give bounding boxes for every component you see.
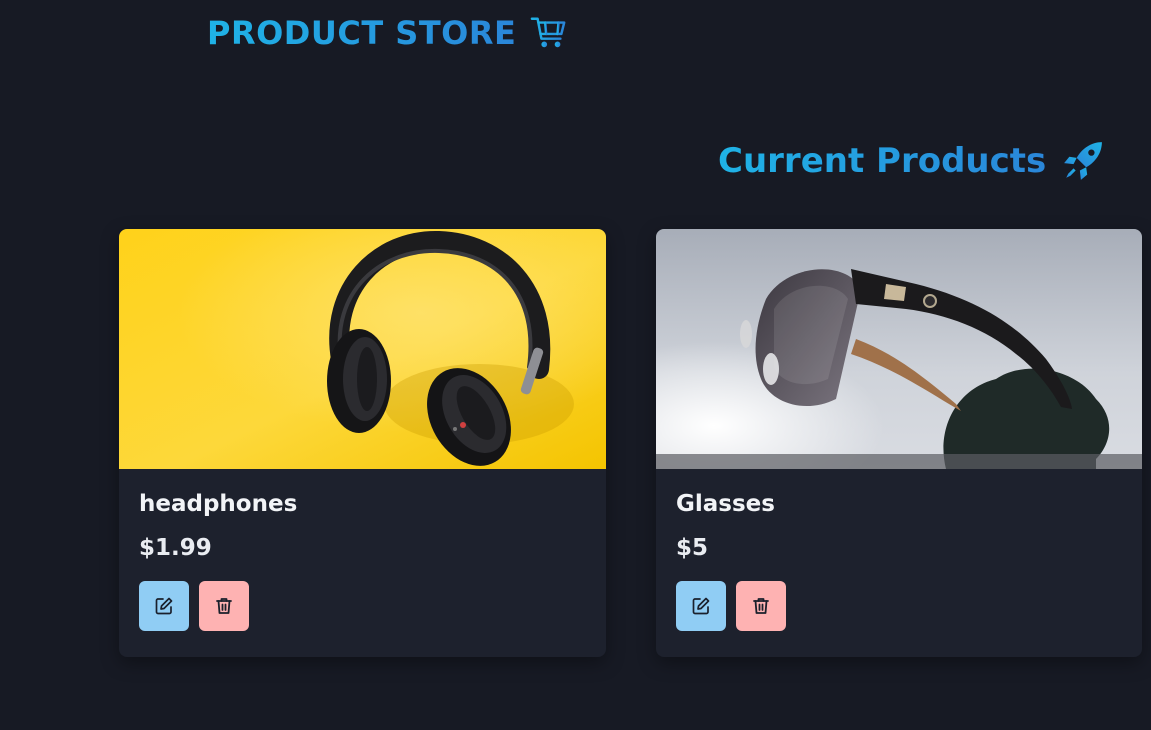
product-name: headphones [139,491,298,517]
delete-button[interactable] [736,581,786,631]
edit-button[interactable] [139,581,189,631]
delete-button[interactable] [199,581,249,631]
trash-icon [216,598,232,614]
trash-icon [753,598,769,614]
rocket-icon [1064,142,1103,180]
edit-icon [692,597,710,615]
product-card: Glasses $5 [656,229,1142,657]
store-title: PRODUCT STORE [207,14,517,52]
edit-icon [155,597,173,615]
product-price: $1.99 [139,535,212,561]
product-actions [139,581,586,631]
shopping-cart-icon [531,17,566,48]
product-price: $5 [676,535,709,561]
edit-button[interactable] [676,581,726,631]
section-title: Current Products [718,141,1047,181]
product-card: headphones $1.99 [119,229,606,657]
product-actions [676,581,1122,631]
section-heading: Current Products [718,140,1104,182]
store-home-link[interactable]: PRODUCT STORE [207,14,568,52]
sunglasses-photo [656,229,1142,469]
product-name: Glasses [676,491,775,517]
headphones-photo [119,229,606,469]
